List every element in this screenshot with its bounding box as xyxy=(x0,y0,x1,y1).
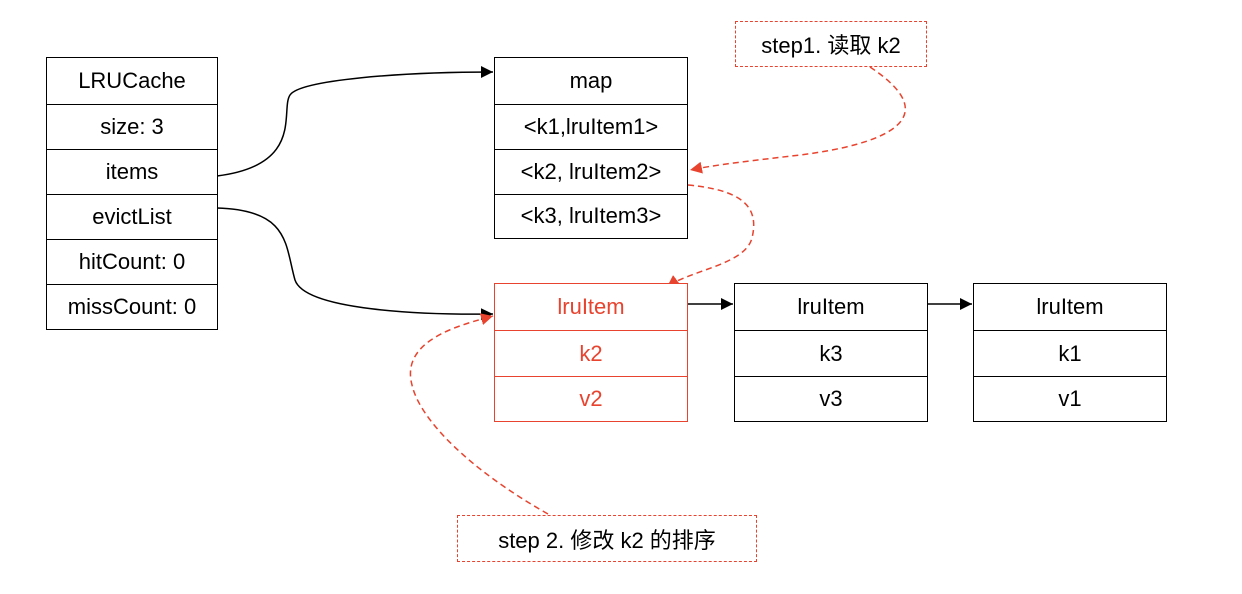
lruitem-k1-box: lruItem k1 v1 xyxy=(973,283,1167,422)
step1-note: step1. 读取 k2 xyxy=(735,21,927,67)
lru-cache-title: LRUCache xyxy=(78,68,186,93)
lru-cache-items-field: items xyxy=(47,149,217,194)
map-entry-k2: <k2, lruItem2> xyxy=(495,149,687,194)
map-title: map xyxy=(569,68,613,93)
map-box: map <k1,lruItem1> <k2, lruItem2> <k3, lr… xyxy=(494,57,688,239)
lruitem-k2-value: v2 xyxy=(495,376,687,420)
lruitem-k3-value: v3 xyxy=(735,376,927,420)
lru-cache-size-field: size: 3 xyxy=(47,104,217,149)
lruitem-k2-key: k2 xyxy=(495,330,687,376)
lru-cache-hitcount-field: hitCount: 0 xyxy=(47,239,217,284)
lruitem-k1-title: lruItem xyxy=(1036,294,1104,319)
lruitem-k2-box: lruItem k2 v2 xyxy=(494,283,688,422)
lruitem-k2-title: lruItem xyxy=(557,294,625,319)
lruitem-k3-box: lruItem k3 v3 xyxy=(734,283,928,422)
lruitem-k1-key: k1 xyxy=(974,330,1166,376)
lru-cache-box: LRUCache size: 3 items evictList hitCoun… xyxy=(46,57,218,330)
lru-cache-diagram: LRUCache size: 3 items evictList hitCoun… xyxy=(0,0,1242,594)
lru-cache-evictlist-field: evictList xyxy=(47,194,217,239)
step2-note: step 2. 修改 k2 的排序 xyxy=(457,515,757,562)
lruitem-k3-key: k3 xyxy=(735,330,927,376)
step1-read-arrow xyxy=(689,66,907,174)
map-entry-k3: <k3, lruItem3> xyxy=(495,194,687,237)
items-to-map-arrow xyxy=(216,66,494,177)
map-entry-k1: <k1,lruItem1> xyxy=(495,104,687,149)
lruitem-k1-value: v1 xyxy=(974,376,1166,420)
lru-cache-misscount-field: missCount: 0 xyxy=(47,284,217,328)
evictlist-to-lruitem-arrow xyxy=(216,207,494,321)
lruitem-k3-title: lruItem xyxy=(797,294,865,319)
